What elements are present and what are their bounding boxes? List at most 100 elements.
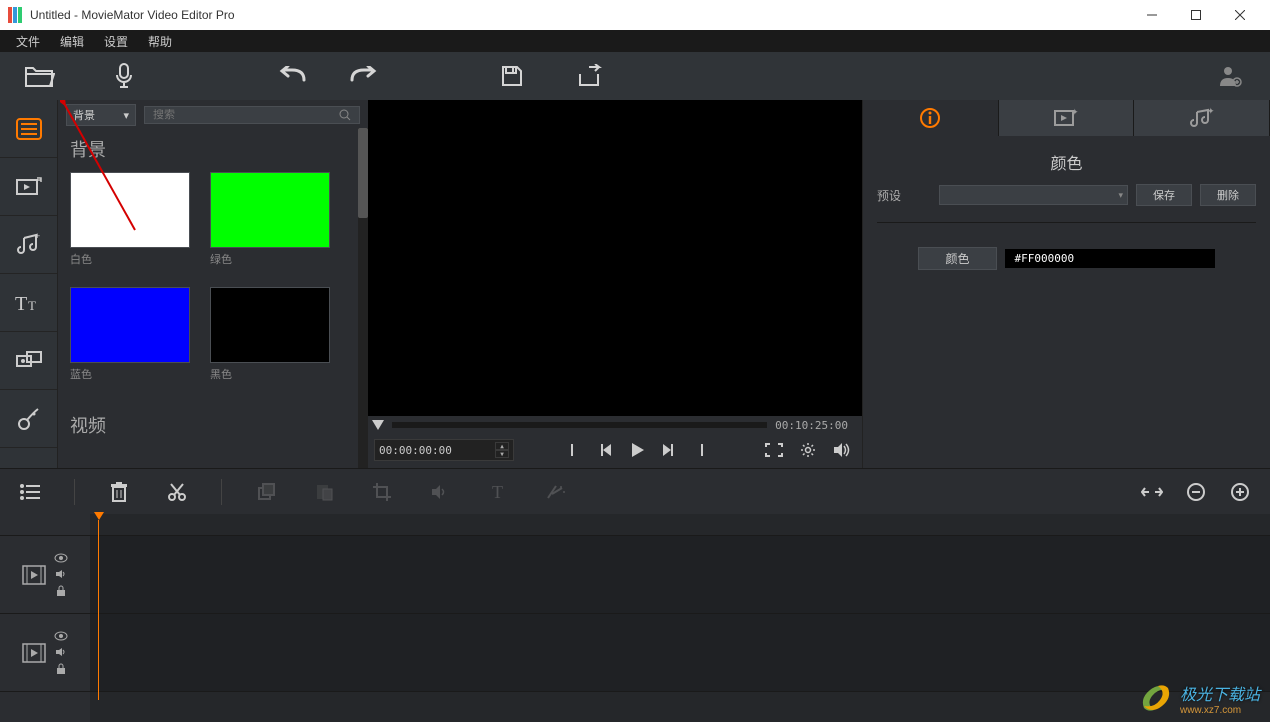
side-tab-video[interactable]	[0, 158, 57, 216]
color-hex-value[interactable]: #FF000000	[1005, 249, 1215, 268]
zoom-in-button[interactable]	[1226, 478, 1254, 506]
close-button[interactable]	[1218, 0, 1262, 30]
svg-text:T: T	[492, 483, 503, 501]
record-voice-button[interactable]	[100, 52, 148, 100]
timecode-step-down[interactable]: ▼	[495, 450, 509, 458]
copy-button[interactable]	[252, 478, 280, 506]
props-tab-audio[interactable]: ✦	[1134, 100, 1270, 136]
speaker-icon[interactable]	[55, 569, 67, 579]
prev-frame-button[interactable]	[593, 436, 621, 464]
menu-settings[interactable]: 设置	[94, 31, 138, 52]
timeline	[0, 514, 1270, 722]
side-tab-transitions[interactable]	[0, 332, 57, 390]
thumb-white[interactable]: 白色	[70, 172, 190, 267]
thumb-black[interactable]: 黑色	[210, 287, 330, 382]
preset-save-button[interactable]: 保存	[1136, 184, 1192, 206]
side-tab-effects[interactable]	[0, 390, 57, 448]
props-tab-video[interactable]: ✦	[999, 100, 1135, 136]
open-file-button[interactable]	[16, 52, 64, 100]
search-icon	[339, 109, 351, 121]
eye-icon[interactable]	[54, 553, 68, 563]
props-tab-info[interactable]	[863, 100, 999, 136]
lock-icon[interactable]	[56, 663, 66, 675]
media-scrollbar[interactable]	[358, 128, 368, 468]
text-button[interactable]: T	[484, 478, 512, 506]
goto-start-button[interactable]	[563, 436, 591, 464]
color-row: 颜色 #FF000000	[877, 247, 1256, 270]
next-frame-button[interactable]	[653, 436, 681, 464]
svg-text:T: T	[28, 298, 36, 313]
settings-button[interactable]	[794, 436, 822, 464]
fit-button[interactable]	[1138, 478, 1166, 506]
save-button[interactable]	[488, 52, 536, 100]
preview-panel: 00:10:25:00 00:00:00:00 ▲ ▼	[368, 100, 862, 468]
undo-button[interactable]	[268, 52, 316, 100]
crop-button[interactable]	[368, 478, 396, 506]
fullscreen-button[interactable]	[760, 436, 788, 464]
thumb-image	[210, 172, 330, 248]
svg-text:T: T	[15, 293, 27, 314]
paste-button[interactable]	[310, 478, 338, 506]
timecode-step-up[interactable]: ▲	[495, 442, 509, 450]
svg-text:+: +	[35, 232, 40, 241]
preset-dropdown[interactable]: ▾	[939, 185, 1128, 205]
menu-file[interactable]: 文件	[6, 31, 50, 52]
side-tabs: + TT	[0, 100, 58, 468]
search-input[interactable]	[153, 109, 331, 121]
preset-row: 预设 ▾ 保存 删除	[877, 184, 1256, 206]
timeline-menu-button[interactable]	[16, 478, 44, 506]
playhead-marker-icon[interactable]	[372, 420, 384, 430]
thumb-green[interactable]: 绿色	[210, 172, 330, 267]
section-title-video: 视频	[58, 406, 368, 444]
properties-tabs: ✦ ✦	[863, 100, 1270, 136]
progress-track[interactable]	[392, 422, 767, 428]
separator	[221, 479, 222, 505]
mute-button[interactable]	[426, 478, 454, 506]
maximize-button[interactable]	[1174, 0, 1218, 30]
window-titlebar: Untitled - MovieMator Video Editor Pro	[0, 0, 1270, 30]
play-button[interactable]	[623, 436, 651, 464]
timecode-value: 00:00:00:00	[379, 444, 452, 457]
minimize-button[interactable]	[1130, 0, 1174, 30]
chevron-down-icon: ▾	[123, 109, 129, 122]
section-title-background: 背景	[58, 130, 368, 168]
preview-progress[interactable]: 00:10:25:00	[368, 418, 862, 432]
track-row-v2[interactable]	[90, 614, 1270, 692]
properties-title: 颜色	[877, 146, 1256, 184]
preset-delete-button[interactable]: 删除	[1200, 184, 1256, 206]
effects-button[interactable]	[542, 478, 570, 506]
track-area[interactable]	[90, 514, 1270, 722]
menu-edit[interactable]: 编辑	[50, 31, 94, 52]
side-tab-media[interactable]	[0, 100, 57, 158]
volume-button[interactable]	[828, 436, 856, 464]
menu-help[interactable]: 帮助	[138, 31, 182, 52]
timecode-input[interactable]: 00:00:00:00 ▲ ▼	[374, 439, 514, 461]
track-header-v2[interactable]	[0, 614, 90, 692]
goto-end-button[interactable]	[683, 436, 711, 464]
track-header-v1[interactable]	[0, 536, 90, 614]
timeline-playhead[interactable]	[94, 512, 104, 700]
zoom-out-button[interactable]	[1182, 478, 1210, 506]
eye-icon[interactable]	[54, 631, 68, 641]
track-headers	[0, 514, 90, 722]
side-tab-audio[interactable]: +	[0, 216, 57, 274]
track-row-v1[interactable]	[90, 536, 1270, 614]
search-box[interactable]	[144, 106, 360, 124]
thumb-blue[interactable]: 蓝色	[70, 287, 190, 382]
export-button[interactable]	[566, 52, 614, 100]
watermark-logo-icon	[1138, 680, 1174, 716]
watermark-url: www.xz7.com	[1180, 705, 1260, 716]
redo-button[interactable]	[340, 52, 388, 100]
preset-label: 预设	[877, 187, 931, 204]
lock-icon[interactable]	[56, 585, 66, 597]
category-dropdown[interactable]: 背景 ▾	[66, 104, 136, 126]
speaker-icon[interactable]	[55, 647, 67, 657]
color-picker-button[interactable]: 颜色	[918, 247, 996, 270]
side-tab-text[interactable]: TT	[0, 274, 57, 332]
account-button[interactable]	[1206, 52, 1254, 100]
svg-text:✦: ✦	[1071, 108, 1079, 117]
timeline-ruler[interactable]	[90, 514, 1270, 536]
cut-button[interactable]	[163, 478, 191, 506]
delete-button[interactable]	[105, 478, 133, 506]
properties-body: 颜色 预设 ▾ 保存 删除 颜色 #FF000000	[863, 136, 1270, 280]
